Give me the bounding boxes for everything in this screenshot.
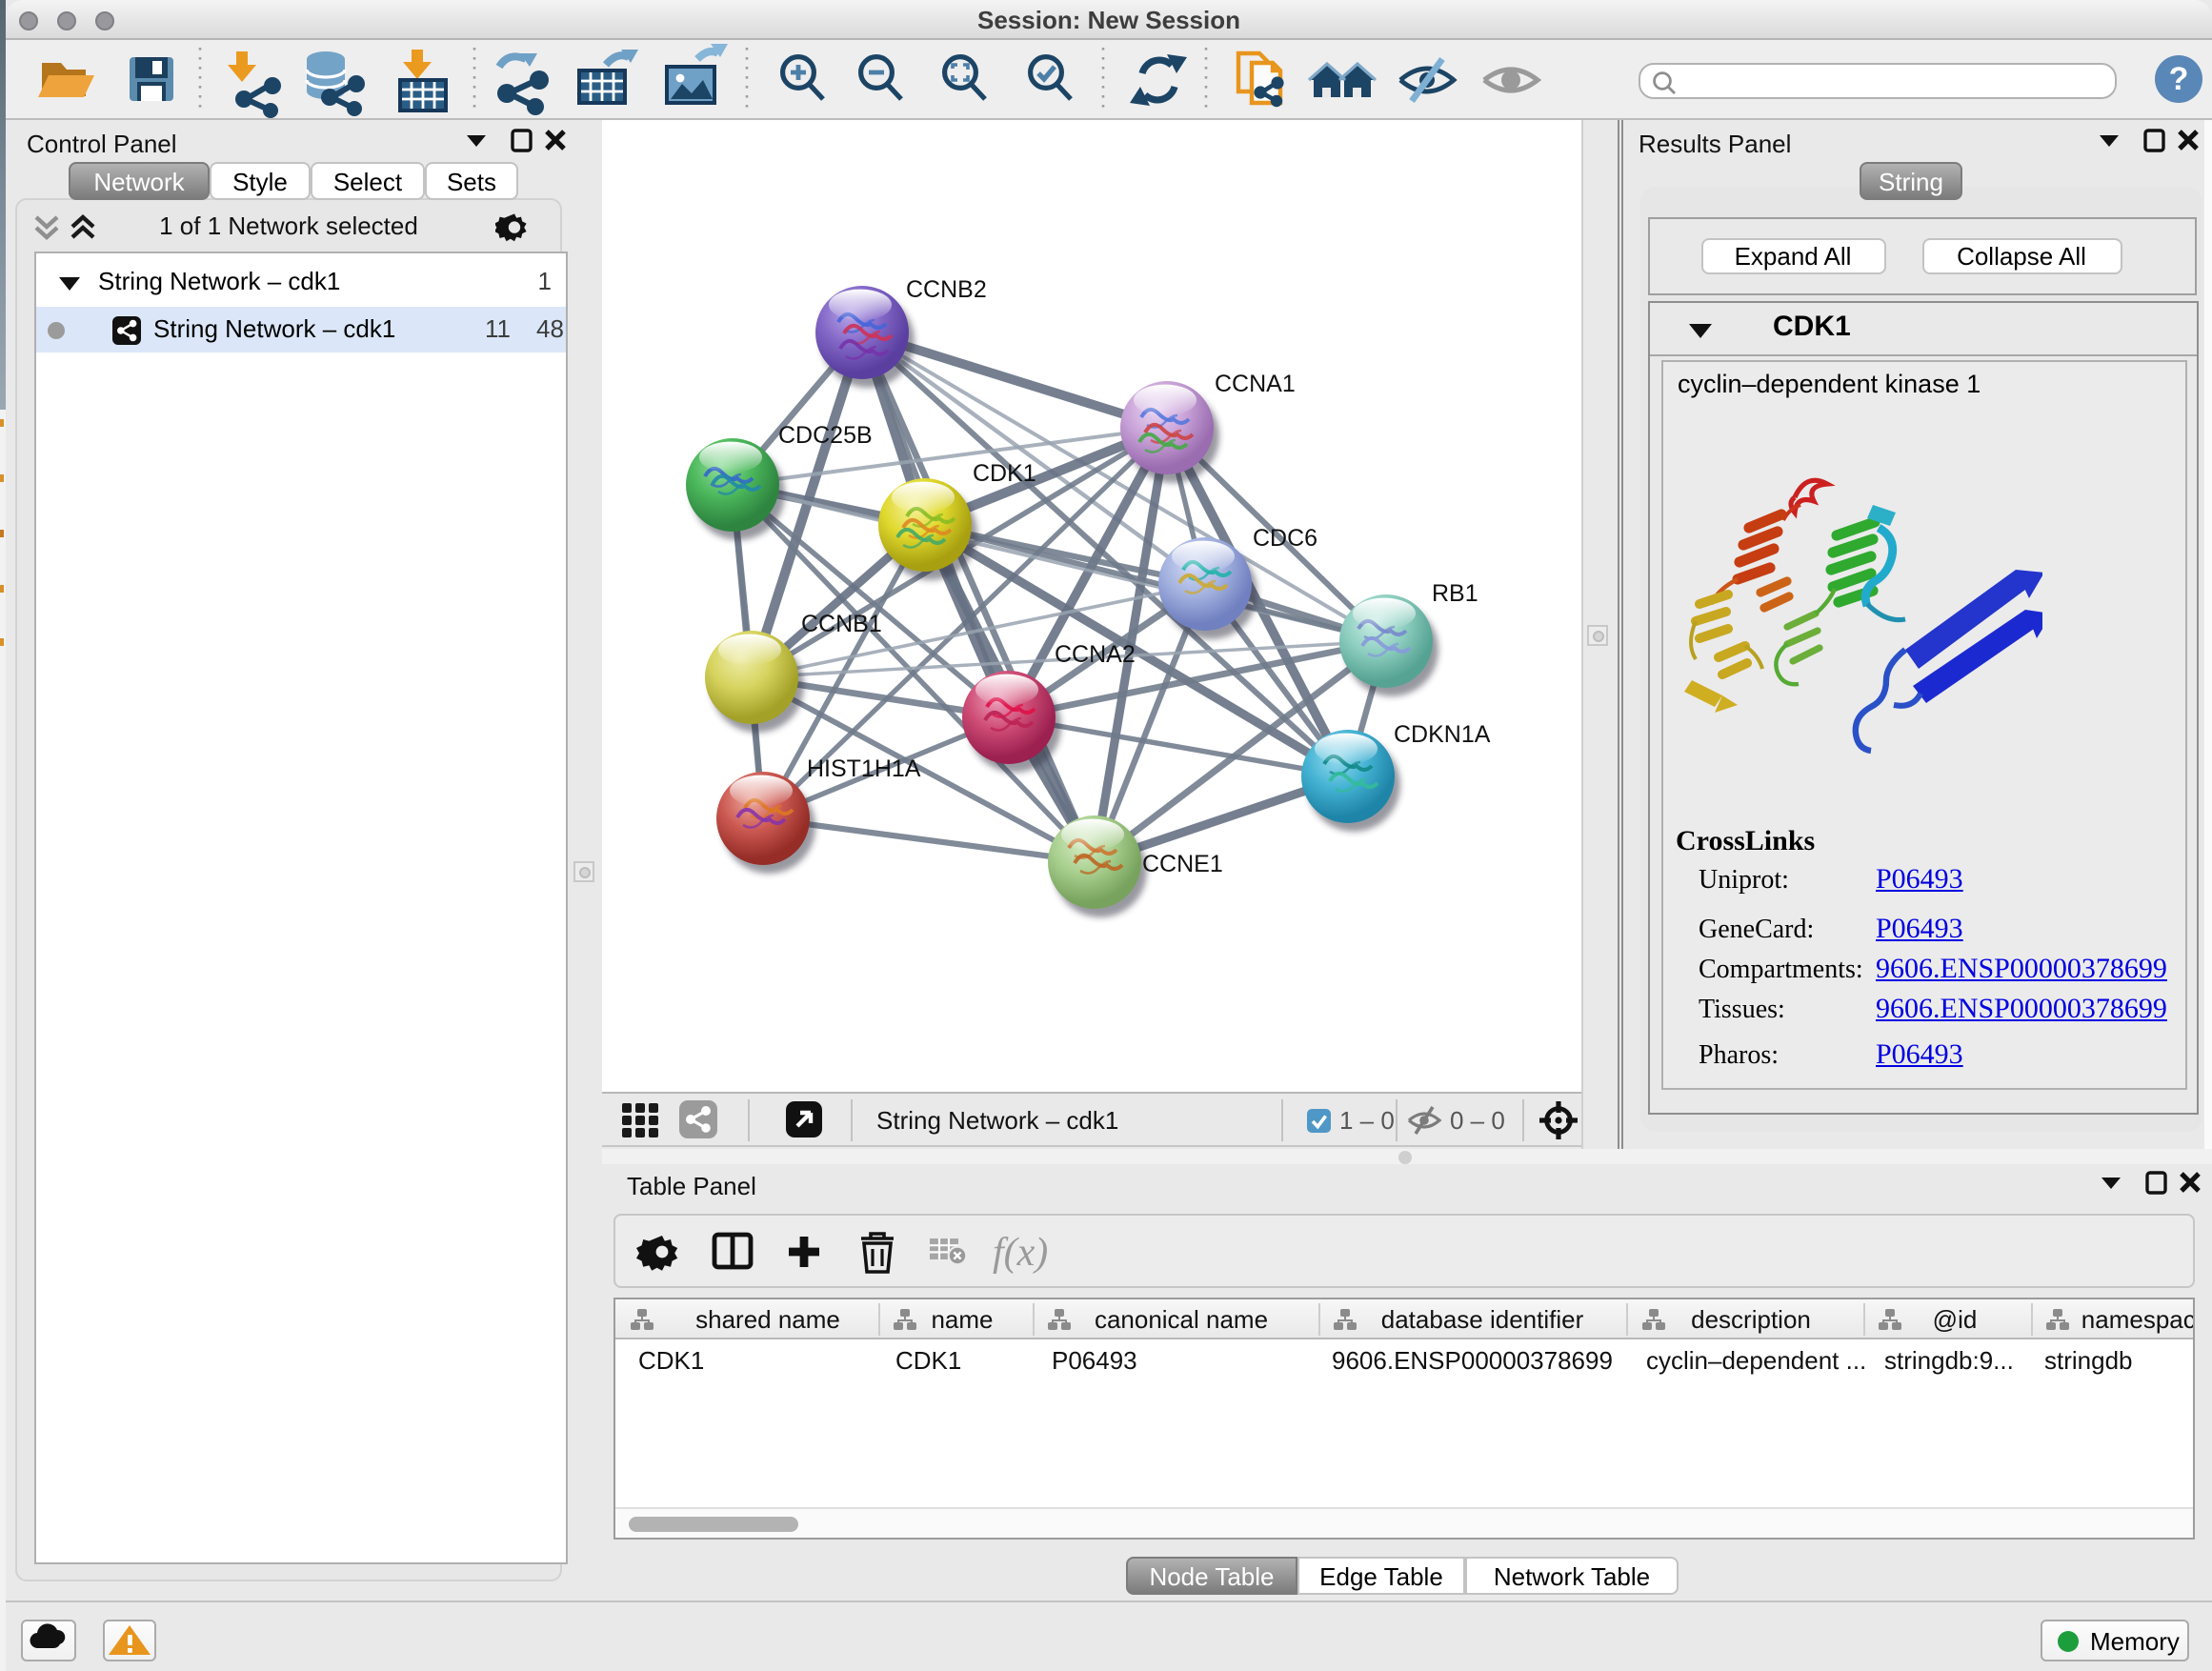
svg-text:canonical name: canonical name <box>1095 1305 1268 1334</box>
svg-text:shared name: shared name <box>695 1305 840 1334</box>
svg-text:RB1: RB1 <box>1431 580 1478 607</box>
svg-text:CCNB1: CCNB1 <box>800 611 881 637</box>
svg-text:CCNB2: CCNB2 <box>905 276 986 303</box>
svg-text:String Network – cdk1: String Network – cdk1 <box>875 1105 1117 1134</box>
svg-text:CDK1: CDK1 <box>638 1346 704 1375</box>
svg-text:f(x): f(x) <box>993 1231 1048 1275</box>
svg-text:database identifier: database identifier <box>1381 1305 1584 1334</box>
svg-text:P06493: P06493 <box>1052 1346 1137 1375</box>
svg-text:@id: @id <box>1933 1305 1978 1334</box>
svg-text:name: name <box>931 1305 993 1334</box>
svg-text:CDKN1A: CDKN1A <box>1393 721 1490 748</box>
svg-text:CDK1: CDK1 <box>895 1346 961 1375</box>
svg-text:9606.ENSP00000378699: 9606.ENSP00000378699 <box>1332 1346 1613 1375</box>
svg-text:cyclin–dependent ...: cyclin–dependent ... <box>1646 1346 1866 1375</box>
svg-text:description: description <box>1691 1305 1811 1334</box>
svg-text:HIST1H1A: HIST1H1A <box>806 755 920 782</box>
svg-text:CCNA2: CCNA2 <box>1054 641 1135 668</box>
svg-text:CDC25B: CDC25B <box>777 422 872 449</box>
svg-text:0 – 0: 0 – 0 <box>1449 1105 1504 1134</box>
svg-text:CDC6: CDC6 <box>1252 525 1317 552</box>
svg-text:CDK1: CDK1 <box>972 460 1036 487</box>
svg-text:stringdb: stringdb <box>2044 1346 2133 1375</box>
svg-text:stringdb:9...: stringdb:9... <box>1884 1346 2014 1375</box>
svg-text:CCNE1: CCNE1 <box>1141 851 1222 877</box>
svg-text:CCNA1: CCNA1 <box>1214 371 1295 397</box>
svg-text:namespace: namespace <box>2081 1305 2193 1334</box>
svg-text:1 – 0: 1 – 0 <box>1338 1105 1394 1134</box>
